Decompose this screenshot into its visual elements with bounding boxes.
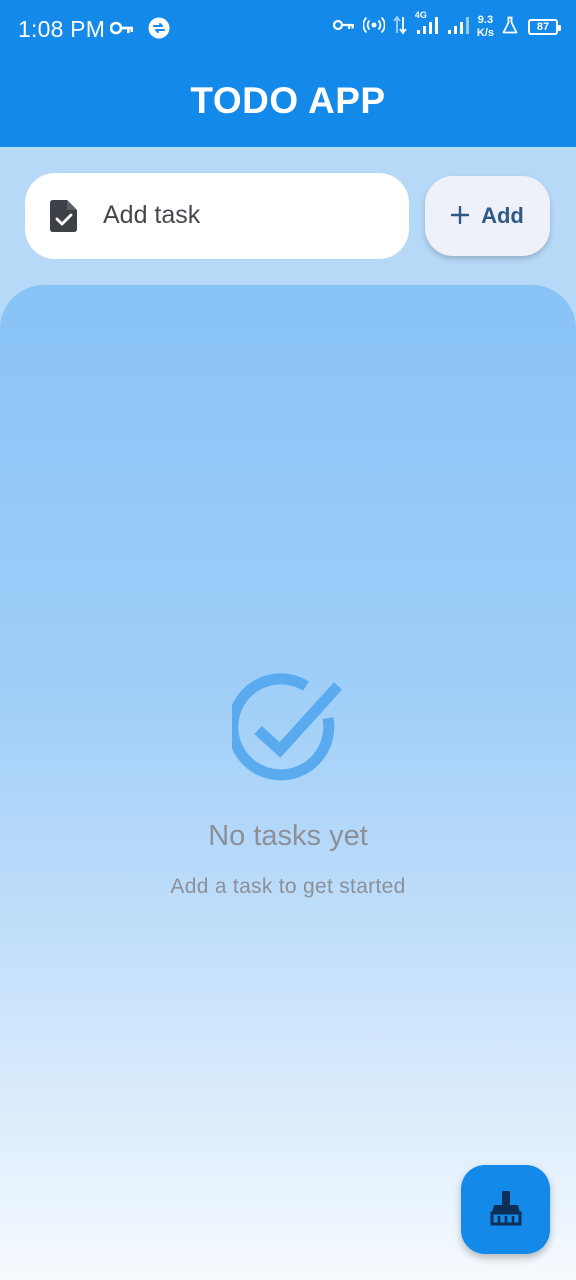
empty-state-subtitle: Add a task to get started [170,875,406,898]
plus-icon [450,204,470,226]
signal-icon: 4G [415,10,439,40]
net-speed-unit: K/s [476,27,494,39]
sync-icon [148,17,170,44]
signal-icon [447,15,469,40]
hotspot-icon [362,16,386,39]
broom-clean-icon [489,1190,523,1229]
check-circle-icon [227,672,344,789]
task-input[interactable] [103,193,393,237]
page-title: TODO APP [190,80,386,121]
add-task-button[interactable]: Add [425,176,550,256]
status-time: 1:08 PM [18,16,106,42]
clear-tasks-button[interactable] [461,1165,550,1254]
vpn-key-icon [332,18,355,36]
vpn-key-icon [109,21,134,40]
empty-state-title: No tasks yet [208,820,368,852]
net-speed-value: 9.3 [477,14,494,26]
net-speed: 9.3 K/s [477,14,494,40]
status-bar: 1:08 PM 4G 9.3 K/s 87 [0,0,576,60]
lab-flask-icon [502,16,518,39]
add-button-label: Add [481,203,524,228]
network-type: 4G [414,9,427,20]
battery-icon: 87 [528,19,561,35]
document-check-icon [50,200,78,237]
data-arrows-icon [393,15,407,40]
